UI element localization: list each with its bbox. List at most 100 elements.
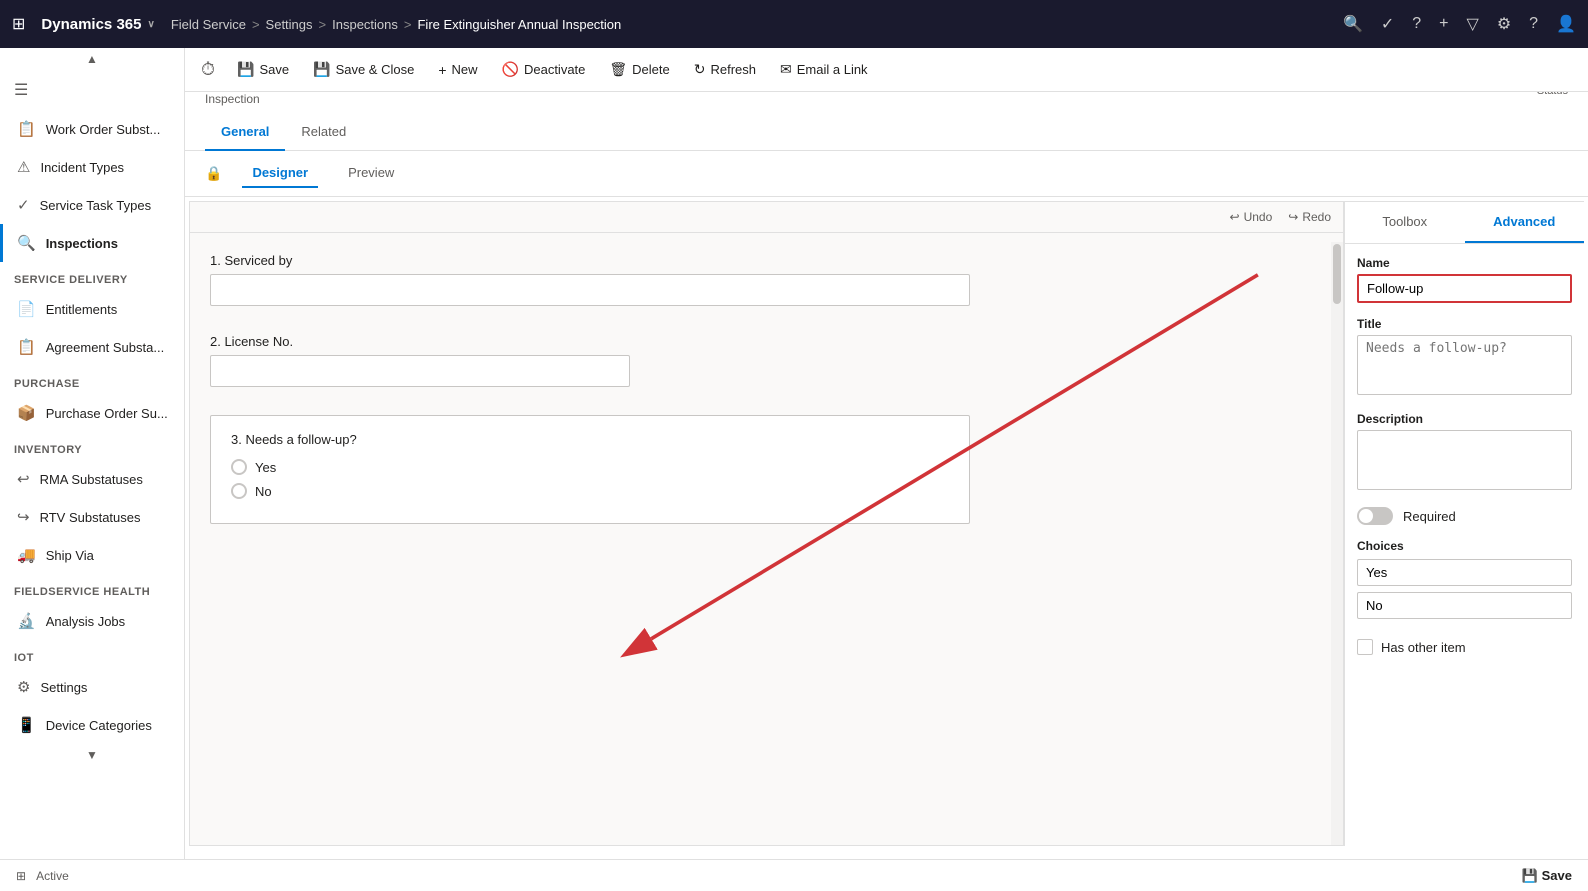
status-bar-save-icon: 💾 [1522, 868, 1538, 883]
email-label: Email a Link [797, 62, 868, 77]
tab-general[interactable]: General [205, 114, 285, 151]
sidebar-item-service-task-types[interactable]: ✓ Service Task Types [0, 186, 184, 224]
sidebar-item-purchase-order[interactable]: 📦 Purchase Order Su... [0, 394, 184, 432]
sidebar-item-label: RMA Substatuses [40, 472, 143, 487]
undo-button[interactable]: ↩ Undo [1230, 210, 1273, 224]
search-icon[interactable]: 🔍 [1343, 14, 1363, 34]
panel-tab-advanced[interactable]: Advanced [1465, 202, 1585, 243]
required-toggle[interactable] [1357, 507, 1393, 525]
save-close-icon: 💾 [313, 61, 330, 78]
sidebar-item-incident-types[interactable]: ⚠ Incident Types [0, 148, 184, 186]
radio-option-no[interactable]: No [231, 483, 949, 499]
delete-label: Delete [632, 62, 670, 77]
choices-label: Choices [1357, 539, 1572, 553]
sidebar-item-analysis-jobs[interactable]: 🔬 Analysis Jobs [0, 602, 184, 640]
sidebar-section-purchase: Purchase [0, 366, 184, 394]
sidebar-collapse-button[interactable]: ☰ [0, 70, 184, 110]
new-button[interactable]: + New [428, 58, 487, 82]
tab-related[interactable]: Related [285, 114, 362, 151]
check-icon[interactable]: ✓ [1381, 14, 1394, 34]
form-scroll-area[interactable]: 1. Serviced by 2. License No. 3. Needs a… [190, 233, 1343, 836]
sidebar-item-work-order-subst[interactable]: 📋 Work Order Subst... [0, 110, 184, 148]
brand-logo[interactable]: Dynamics 365 ∨ [41, 16, 154, 33]
panel-title-input[interactable] [1357, 335, 1572, 395]
status-bar: ⊞ Active 💾 Save [0, 859, 1588, 891]
grid-icon[interactable]: ⊞ [12, 14, 25, 34]
sidebar-scroll-down[interactable]: ▼ [0, 744, 184, 766]
deactivate-label: Deactivate [524, 62, 585, 77]
filter-icon[interactable]: ▽ [1467, 14, 1479, 34]
panel-title-label: Title [1357, 317, 1572, 331]
panel-field-name: Name [1357, 256, 1572, 303]
right-panel: Toolbox Advanced Name Title Description [1344, 201, 1584, 846]
radio-circle-yes [231, 459, 247, 475]
sidebar-item-label: Analysis Jobs [46, 614, 125, 629]
work-order-icon: 📋 [17, 120, 36, 138]
sidebar-item-inspections[interactable]: 🔍 Inspections [0, 224, 184, 262]
brand-name: Dynamics 365 [41, 16, 141, 33]
choice-input-no[interactable] [1357, 592, 1572, 619]
sidebar-item-iot-settings[interactable]: ⚙ Settings [0, 668, 184, 706]
sidebar-item-label: Entitlements [46, 302, 118, 317]
save-button[interactable]: 💾 Save [227, 57, 299, 82]
sidebar-item-rtv[interactable]: ↪ RTV Substatuses [0, 498, 184, 536]
required-label: Required [1403, 509, 1456, 524]
user-icon[interactable]: 👤 [1556, 14, 1576, 34]
plus-icon[interactable]: + [1439, 15, 1448, 33]
top-nav-icons: 🔍 ✓ ? + ▽ ⚙ ? 👤 [1343, 14, 1576, 34]
email-link-button[interactable]: ✉ Email a Link [770, 57, 878, 82]
help-icon[interactable]: ? [1412, 15, 1421, 33]
service-task-icon: ✓ [17, 196, 30, 214]
panel-name-label: Name [1357, 256, 1572, 270]
sidebar-item-entitlements[interactable]: 📄 Entitlements [0, 290, 184, 328]
sidebar-item-label: Service Task Types [40, 198, 152, 213]
save-label: Save [259, 62, 289, 77]
sidebar-item-rma[interactable]: ↩ RMA Substatuses [0, 460, 184, 498]
status-bar-save-button[interactable]: 💾 Save [1522, 868, 1572, 884]
settings-icon[interactable]: ⚙ [1497, 14, 1511, 34]
breadcrumb-field-service[interactable]: Field Service [171, 17, 246, 32]
radio-option-yes[interactable]: Yes [231, 459, 949, 475]
form-field-license-no: 2. License No. [210, 334, 1323, 387]
content-area: ↩ Undo ↪ Redo 1. Serviced by [185, 197, 1588, 850]
deactivate-icon: 🚫 [502, 61, 519, 78]
sidebar-section-inventory: Inventory [0, 432, 184, 460]
question-block-followup: 3. Needs a follow-up? Yes No [210, 415, 970, 524]
main-content: Fire Extinguisher Annual Inspection Insp… [185, 48, 1588, 859]
refresh-button[interactable]: ↻ Refresh [684, 57, 766, 82]
choice-input-yes[interactable] [1357, 559, 1572, 586]
panel-tab-toolbox[interactable]: Toolbox [1345, 202, 1465, 243]
history-icon[interactable]: ⏱ [201, 59, 215, 80]
sidebar-scroll-up[interactable]: ▲ [0, 48, 184, 70]
sidebar-item-agreement-subst[interactable]: 📋 Agreement Substa... [0, 328, 184, 366]
sidebar-item-label: Work Order Subst... [46, 122, 161, 137]
sidebar-item-ship-via[interactable]: 🚚 Ship Via [0, 536, 184, 574]
breadcrumb-inspections[interactable]: Inspections [332, 17, 398, 32]
redo-button[interactable]: ↪ Redo [1288, 210, 1331, 224]
panel-name-input[interactable] [1357, 274, 1572, 303]
question-icon[interactable]: ? [1529, 15, 1538, 33]
sub-tab-preview[interactable]: Preview [338, 159, 404, 188]
rtv-icon: ↪ [17, 508, 30, 526]
save-close-button[interactable]: 💾 Save & Close [303, 57, 424, 82]
sub-tab-designer[interactable]: Designer [242, 159, 318, 188]
form-toolbar: ↩ Undo ↪ Redo [190, 202, 1343, 233]
sidebar-section-iot: IoT [0, 640, 184, 668]
sidebar-item-label: Inspections [46, 236, 118, 251]
scroll-indicator[interactable] [1331, 242, 1343, 845]
refresh-label: Refresh [710, 62, 756, 77]
sidebar-item-device-categories[interactable]: 📱 Device Categories [0, 706, 184, 744]
has-other-checkbox[interactable] [1357, 639, 1373, 655]
field-input-serviced-by[interactable] [210, 274, 970, 306]
entitlements-icon: 📄 [17, 300, 36, 318]
field-input-license-no[interactable] [210, 355, 630, 387]
field-label-2: 2. License No. [210, 334, 1323, 349]
iot-settings-icon: ⚙ [17, 678, 30, 696]
delete-button[interactable]: 🗑 Delete [599, 57, 679, 82]
breadcrumb-settings[interactable]: Settings [266, 17, 313, 32]
page-subtitle: Inspection [205, 92, 581, 106]
sub-tabs: 🔒 Designer Preview [185, 151, 1588, 197]
incident-types-icon: ⚠ [17, 158, 30, 176]
deactivate-button[interactable]: 🚫 Deactivate [492, 57, 596, 82]
panel-description-input[interactable] [1357, 430, 1572, 490]
